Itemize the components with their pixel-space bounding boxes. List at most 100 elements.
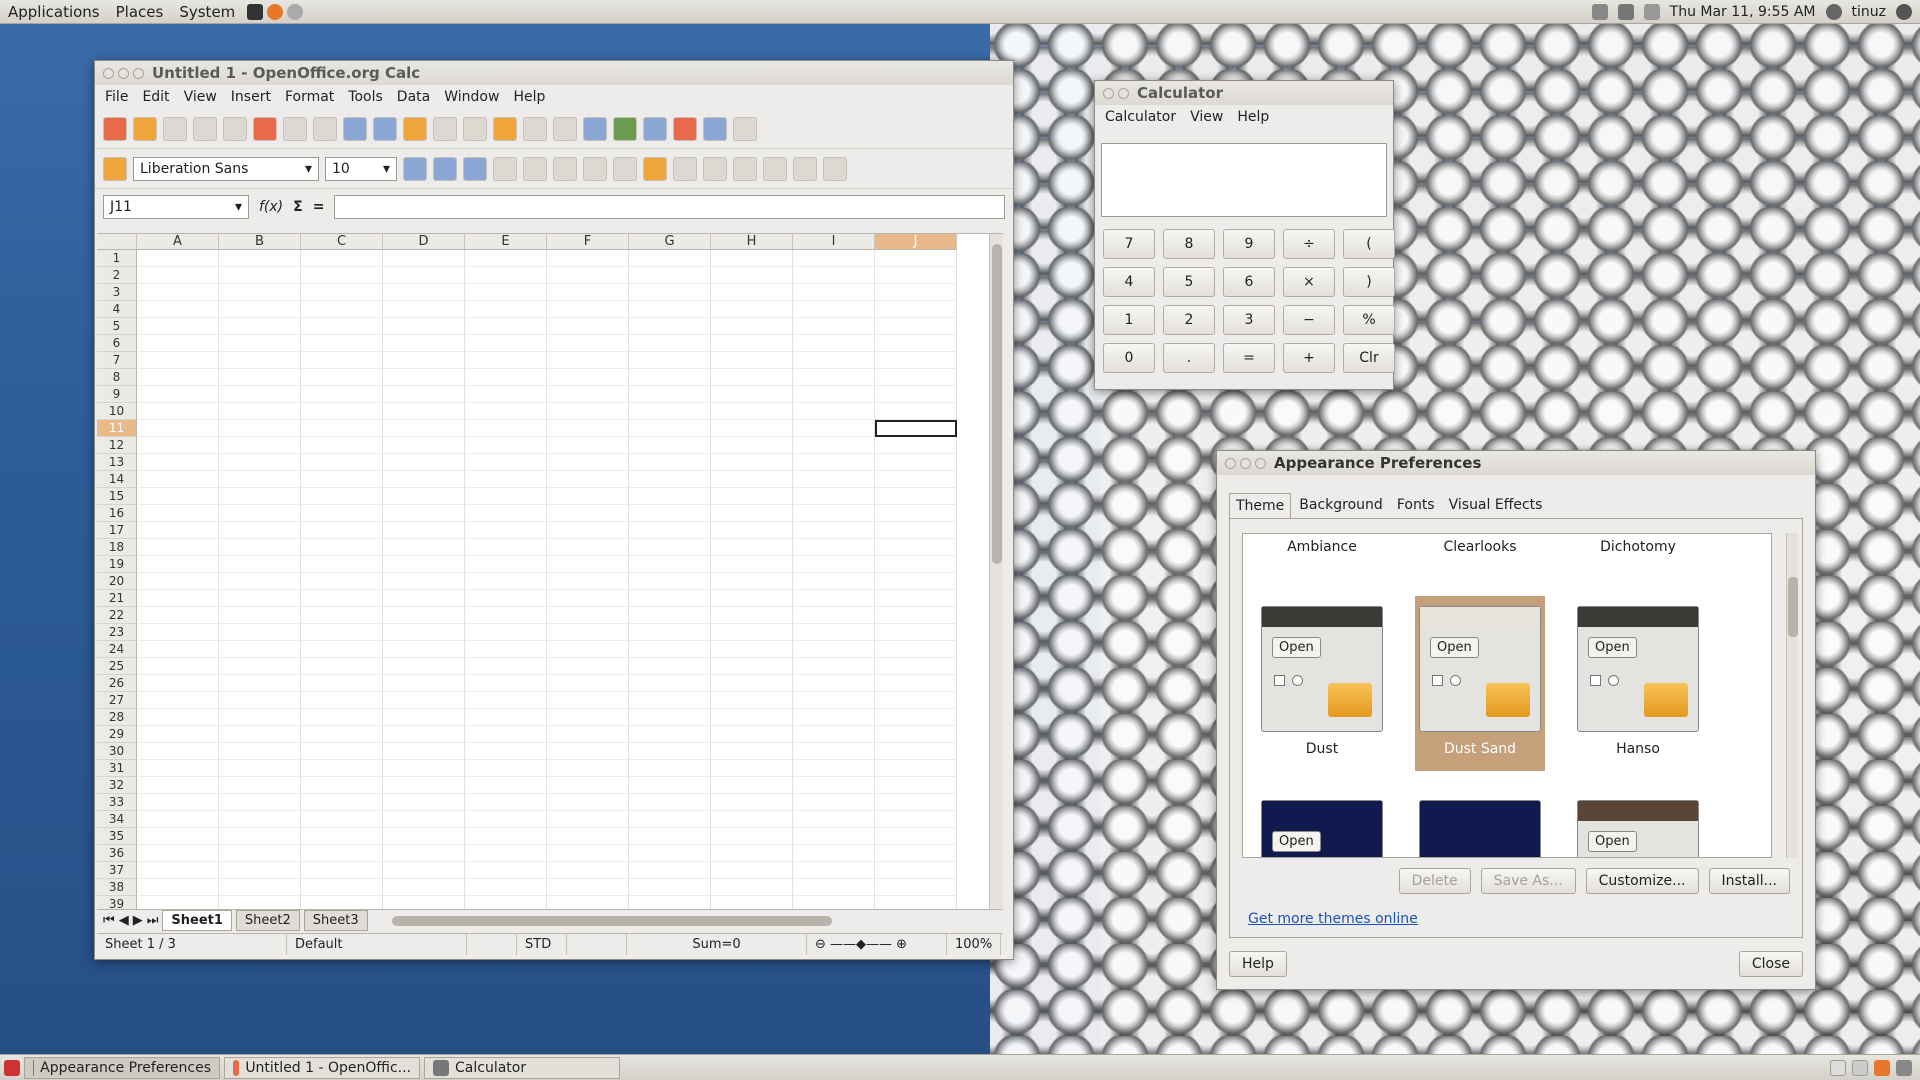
appearance-titlebar[interactable]: Appearance Preferences [1217, 451, 1815, 475]
menu-file[interactable]: File [99, 87, 134, 107]
formula-input[interactable] [334, 195, 1005, 219]
spellcheck-icon[interactable] [343, 116, 367, 141]
theme-dust-sand[interactable]: Open Dust Sand [1415, 596, 1545, 771]
theme-clearlooks[interactable]: Clearlooks [1415, 534, 1545, 569]
places-menu[interactable]: Places [108, 3, 172, 21]
power-icon[interactable] [1896, 3, 1912, 20]
menu-edit[interactable]: Edit [136, 87, 175, 107]
column-header-b[interactable]: B [219, 234, 301, 250]
styles-icon[interactable] [103, 156, 127, 181]
username[interactable]: tinuz [1852, 4, 1886, 20]
email-icon[interactable] [193, 116, 217, 141]
theme-ambiance[interactable]: Ambiance [1257, 534, 1387, 569]
theme-high-contrast[interactable]: Open [1257, 790, 1387, 857]
theme-hanso[interactable]: Open Hanso [1573, 596, 1703, 771]
currency-icon[interactable] [643, 156, 667, 181]
export-pdf-icon[interactable] [253, 116, 277, 141]
key-decimal[interactable]: . [1163, 343, 1215, 373]
copy-icon[interactable] [433, 116, 457, 141]
row-header-34[interactable]: 34 [97, 811, 137, 828]
key-1[interactable]: 1 [1103, 305, 1155, 335]
theme-list[interactable]: Ambiance Clearlooks Dichotomy Open Dust [1242, 533, 1772, 858]
sheet-tab-3[interactable]: Sheet3 [303, 910, 368, 931]
menu-calculator[interactable]: Calculator [1099, 107, 1182, 127]
print-preview-icon[interactable] [313, 116, 337, 141]
theme-human[interactable]: Open [1573, 790, 1703, 857]
paste-icon[interactable] [463, 116, 487, 141]
indent-increase-icon[interactable] [793, 156, 817, 181]
firefox-icon[interactable] [267, 3, 284, 20]
save-icon[interactable] [163, 116, 187, 141]
last-sheet-icon[interactable]: ⏭ [147, 913, 159, 928]
trash-icon[interactable] [1896, 1059, 1912, 1076]
row-header-37[interactable]: 37 [97, 862, 137, 879]
row-header-1[interactable]: 1 [97, 250, 137, 267]
row-header-28[interactable]: 28 [97, 709, 137, 726]
tab-visual-effects[interactable]: Visual Effects [1443, 493, 1549, 518]
bold-icon[interactable] [403, 156, 427, 181]
menu-view[interactable]: View [1184, 107, 1229, 127]
task-calculator[interactable]: Calculator [424, 1056, 620, 1079]
italic-icon[interactable] [433, 156, 457, 181]
row-header-5[interactable]: 5 [97, 318, 137, 335]
minimize-dot-icon[interactable] [118, 67, 129, 79]
decimal-remove-icon[interactable] [733, 156, 757, 181]
more-themes-link[interactable]: Get more themes online [1248, 911, 1418, 927]
key-open-paren[interactable]: ( [1343, 229, 1395, 259]
menu-format[interactable]: Format [279, 87, 340, 107]
row-header-2[interactable]: 2 [97, 267, 137, 284]
decimal-add-icon[interactable] [703, 156, 727, 181]
row-header-33[interactable]: 33 [97, 794, 137, 811]
indent-decrease-icon[interactable] [763, 156, 787, 181]
sum-icon[interactable]: Σ [293, 199, 303, 215]
menu-insert[interactable]: Insert [225, 87, 277, 107]
menu-data[interactable]: Data [391, 87, 436, 107]
row-header-7[interactable]: 7 [97, 352, 137, 369]
cut-icon[interactable] [403, 116, 427, 141]
minimize-dot-icon[interactable] [1240, 457, 1251, 469]
column-header-a[interactable]: A [137, 234, 219, 250]
firefox-icon[interactable] [1874, 1059, 1890, 1076]
align-center-icon[interactable] [523, 156, 547, 181]
save-as-button[interactable]: Save As... [1480, 868, 1576, 894]
row-header-38[interactable]: 38 [97, 879, 137, 896]
task-appearance[interactable]: Appearance Preferences [24, 1056, 220, 1079]
workspace-icon[interactable] [1830, 1059, 1846, 1076]
row-header-14[interactable]: 14 [97, 471, 137, 488]
row-header-13[interactable]: 13 [97, 454, 137, 471]
task-calc[interactable]: Untitled 1 - OpenOffic... [224, 1056, 420, 1079]
key-close-paren[interactable]: ) [1343, 267, 1395, 297]
first-sheet-icon[interactable]: ⏮ [103, 913, 115, 928]
borders-icon[interactable] [823, 156, 847, 181]
customize-button[interactable]: Customize... [1585, 868, 1699, 894]
mail-icon[interactable] [1643, 3, 1660, 20]
font-size-combo[interactable]: 10 ▾ [325, 156, 397, 181]
row-header-26[interactable]: 26 [97, 675, 137, 692]
network-icon[interactable] [1591, 3, 1608, 20]
row-header-25[interactable]: 25 [97, 658, 137, 675]
key-2[interactable]: 2 [1163, 305, 1215, 335]
row-header-15[interactable]: 15 [97, 488, 137, 505]
key-percent[interactable]: % [1343, 305, 1395, 335]
key-3[interactable]: 3 [1223, 305, 1275, 335]
row-header-6[interactable]: 6 [97, 335, 137, 352]
applications-menu[interactable]: Applications [0, 3, 108, 21]
align-left-icon[interactable] [493, 156, 517, 181]
column-header-f[interactable]: F [547, 234, 629, 250]
theme-dust[interactable]: Open Dust [1257, 596, 1387, 771]
key-8[interactable]: 8 [1163, 229, 1215, 259]
navigator-icon[interactable] [733, 116, 757, 141]
key-clear[interactable]: Clr [1343, 343, 1395, 373]
key-5[interactable]: 5 [1163, 267, 1215, 297]
menu-help[interactable]: Help [1231, 107, 1275, 127]
row-header-22[interactable]: 22 [97, 607, 137, 624]
sort-descending-icon[interactable] [643, 116, 667, 141]
row-header-39[interactable]: 39 [97, 896, 137, 909]
edit-file-icon[interactable] [223, 116, 247, 141]
row-header-19[interactable]: 19 [97, 556, 137, 573]
draw-functions-icon[interactable] [703, 116, 727, 141]
column-header-i[interactable]: I [793, 234, 875, 250]
row-header-20[interactable]: 20 [97, 573, 137, 590]
column-header-e[interactable]: E [465, 234, 547, 250]
column-header-h[interactable]: H [711, 234, 793, 250]
